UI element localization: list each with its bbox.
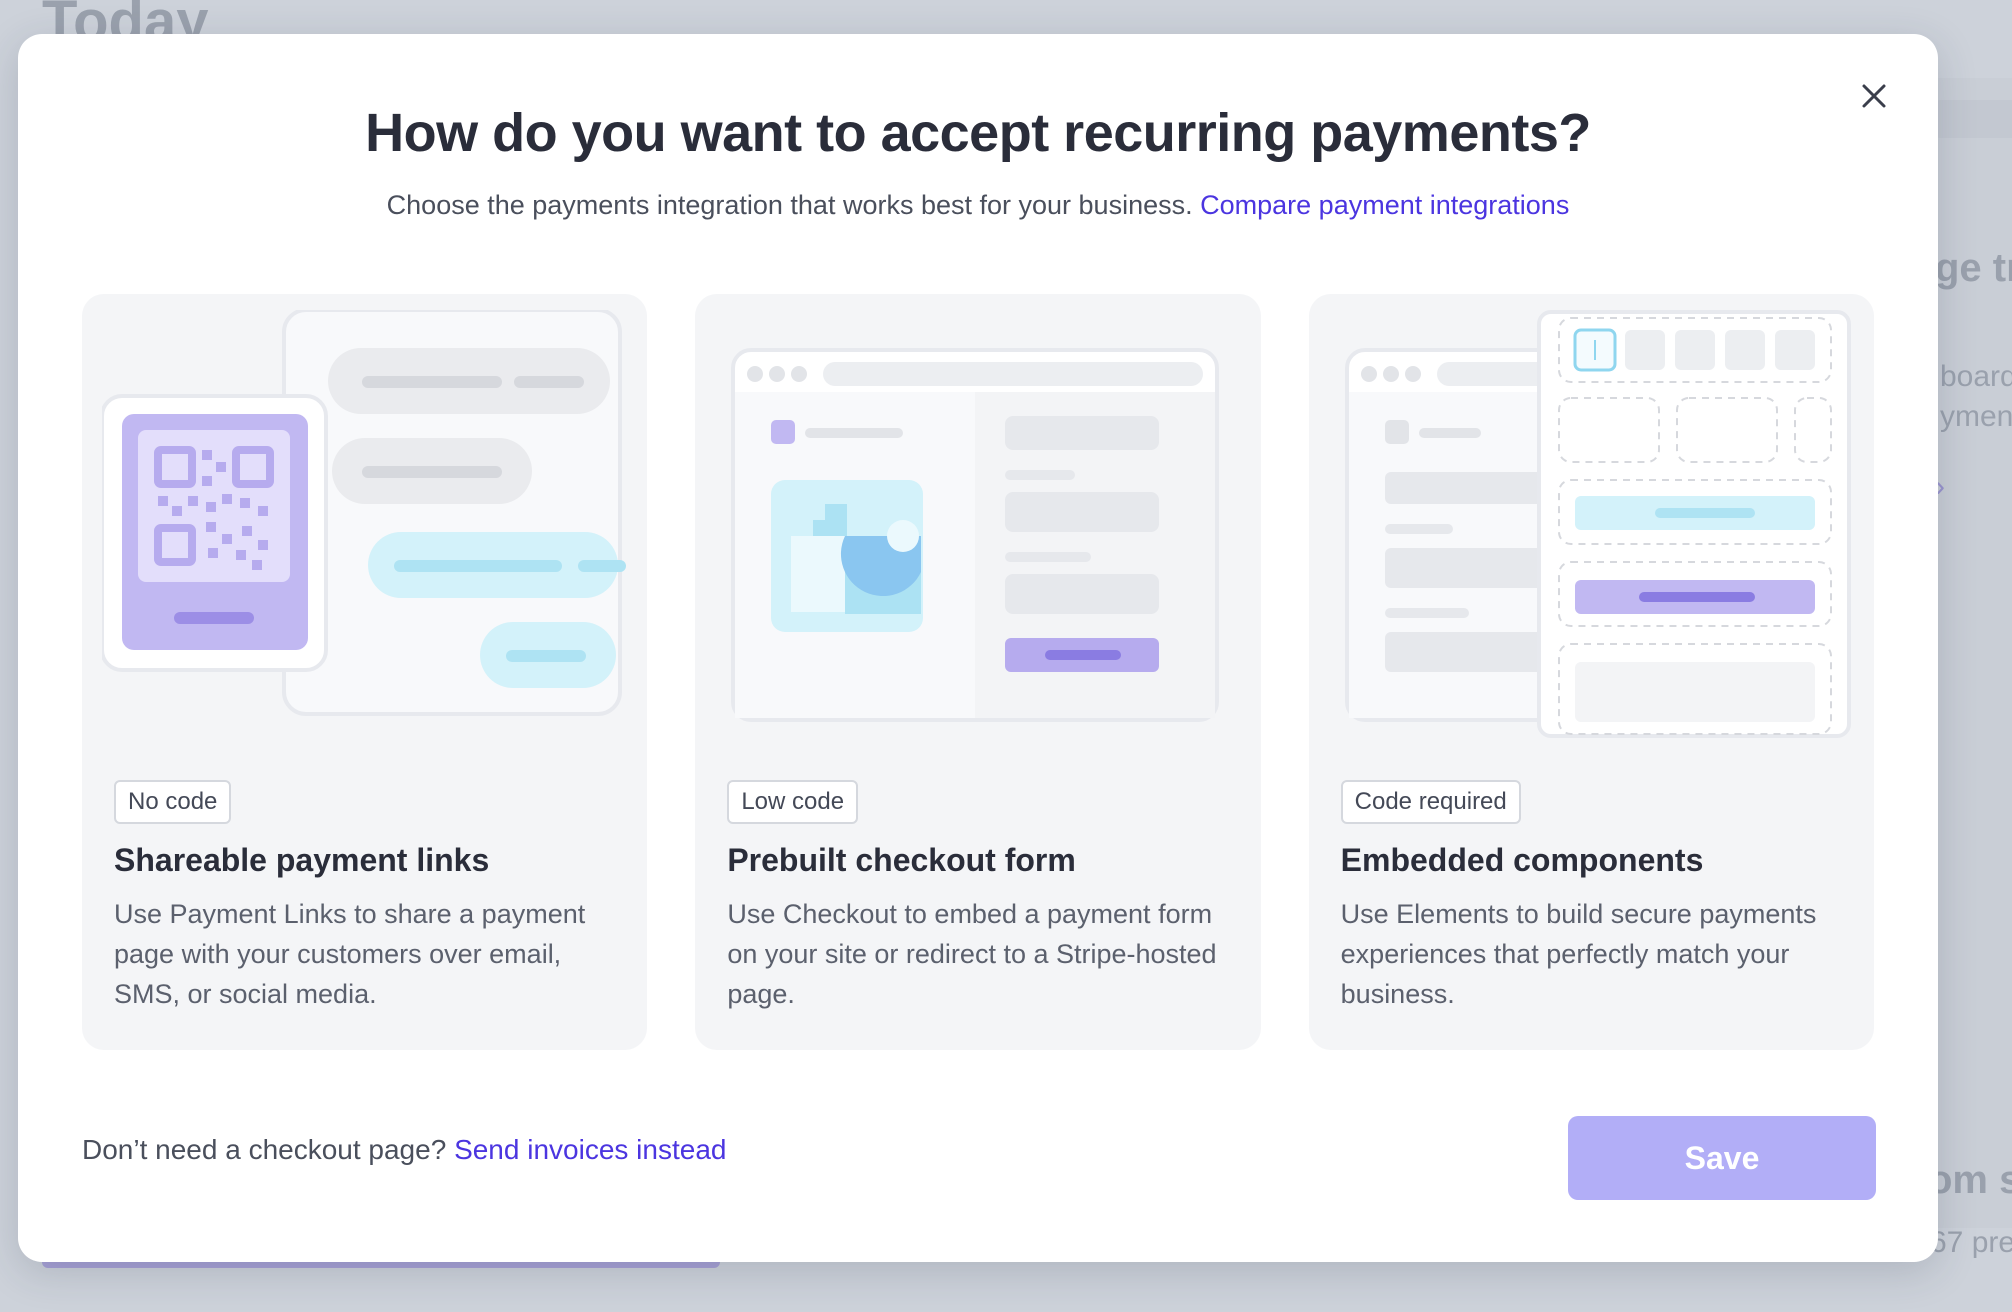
modal-subtitle: Choose the payments integration that wor… (18, 190, 1938, 221)
background-text-4: om sa (1928, 1158, 2012, 1202)
tag-low-code: Low code (727, 780, 859, 824)
card-embedded-components[interactable]: Code required Embedded components Use El… (1308, 294, 1874, 1050)
card-description: Use Elements to build secure payments ex… (1340, 899, 1817, 1009)
checkout-form-illustration (731, 348, 1220, 722)
card-description: Use Checkout to embed a payment form on … (727, 899, 1217, 1009)
footer-prompt: Don’t need a checkout page? Send invoice… (82, 1134, 726, 1166)
card-description: Use Payment Links to share a payment pag… (114, 899, 586, 1009)
background-text-1: ge tr (1935, 246, 2012, 290)
footer-prompt-text: Don’t need a checkout page? (82, 1134, 447, 1165)
card-title: Embedded components (1340, 842, 1704, 878)
modal-subtitle-text: Choose the payments integration that wor… (386, 190, 1193, 220)
payment-links-illustration (102, 310, 626, 716)
tag-no-code: No code (114, 780, 232, 824)
background-text-5: 67 pre (1930, 1226, 2012, 1259)
background-text-3: ymen (1940, 400, 2012, 433)
save-button[interactable]: Save (1568, 1116, 1876, 1200)
modal-title: How do you want to accept recurring paym… (365, 103, 1591, 163)
card-payment-links[interactable]: No code Shareable payment links Use Paym… (82, 294, 648, 1050)
compare-integrations-link[interactable]: Compare payment integrations (1200, 190, 1569, 220)
background-strip (1936, 100, 2012, 138)
payment-integration-modal: How do you want to accept recurring paym… (18, 34, 1938, 1262)
integration-options: No code Shareable payment links Use Paym… (82, 294, 1874, 1050)
send-invoices-link[interactable]: Send invoices instead (454, 1134, 726, 1165)
card-checkout-form[interactable]: Low code Prebuilt checkout form Use Chec… (695, 294, 1261, 1050)
embedded-components-illustration (1344, 310, 1851, 738)
tag-code-required: Code required (1340, 780, 1521, 824)
background-text-2: board (1940, 360, 2012, 393)
card-title: Prebuilt checkout form (727, 842, 1076, 878)
card-title: Shareable payment links (114, 842, 490, 878)
